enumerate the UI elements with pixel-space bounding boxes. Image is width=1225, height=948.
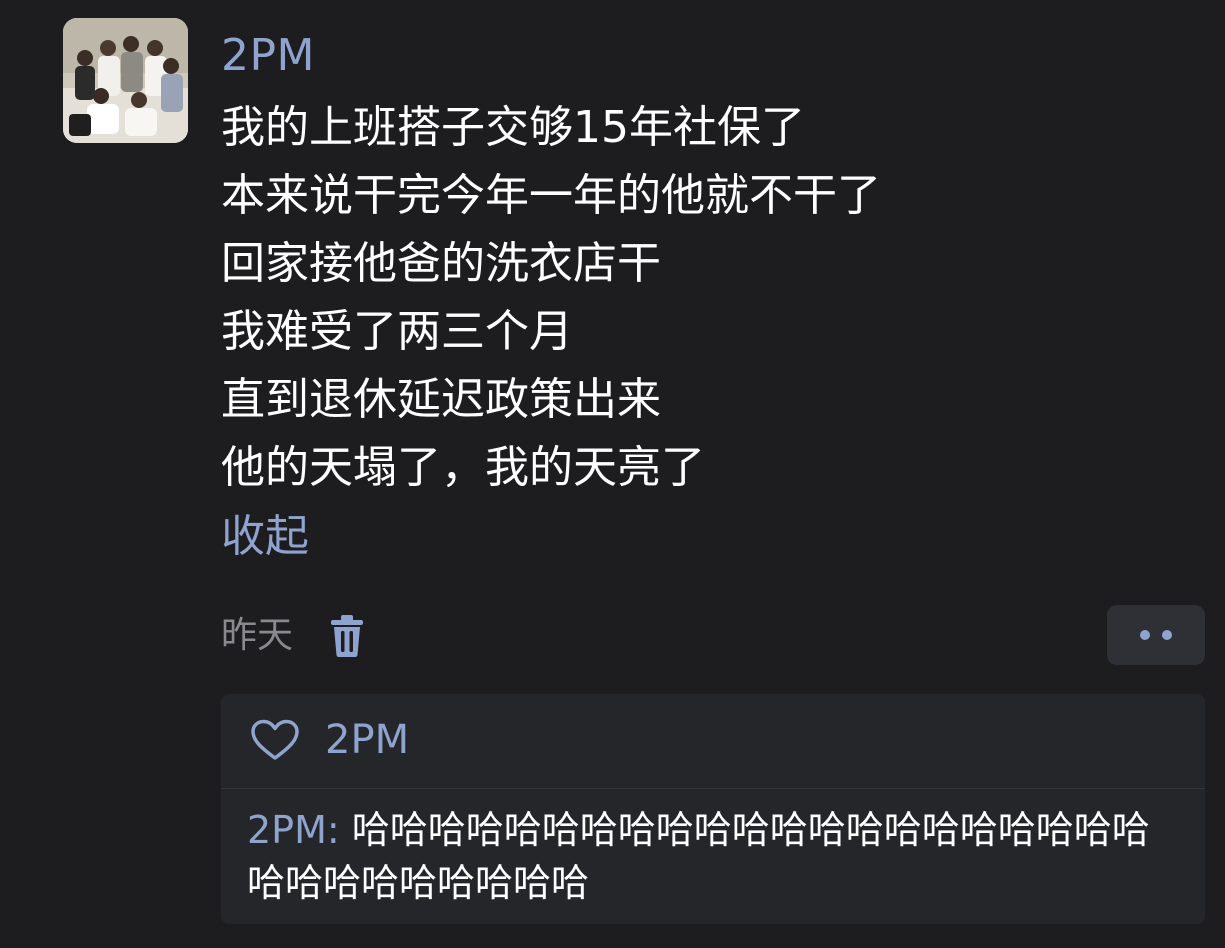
post-text: 我的上班搭子交够15年社保了 本来说干完今年一年的他就不干了 回家接他爸的洗衣店…: [221, 94, 1181, 502]
post-text-line: 我难受了两三个月: [221, 306, 573, 357]
comment-text: 哈哈哈哈哈哈哈哈哈哈哈哈哈哈哈哈哈哈哈哈哈哈哈哈哈哈哈哈哈哈: [247, 808, 1150, 905]
panel-divider: [221, 788, 1205, 789]
heart-icon: [249, 718, 301, 762]
collapse-link[interactable]: 收起: [221, 503, 1181, 571]
comment-author[interactable]: 2PM:: [247, 808, 340, 852]
post-text-line: 我的上班搭子交够15年社保了: [221, 102, 805, 153]
avatar[interactable]: [63, 18, 188, 143]
post-content: 2PM 我的上班搭子交够15年社保了 本来说干完今年一年的他就不干了 回家接他爸…: [221, 24, 1181, 571]
likes-comments-panel: 2PM 2PM: 哈哈哈哈哈哈哈哈哈哈哈哈哈哈哈哈哈哈哈哈哈哈哈哈哈哈哈哈哈哈: [221, 694, 1205, 924]
post-username[interactable]: 2PM: [221, 24, 1181, 88]
post-text-line: 回家接他爸的洗衣店干: [221, 238, 661, 289]
post-text-line: 本来说干完今年一年的他就不干了: [221, 170, 881, 221]
like-user-name[interactable]: 2PM: [325, 712, 409, 768]
comment-item[interactable]: 2PM: 哈哈哈哈哈哈哈哈哈哈哈哈哈哈哈哈哈哈哈哈哈哈哈哈哈哈哈哈哈哈: [247, 804, 1187, 910]
post-timestamp: 昨天: [221, 615, 294, 656]
more-icon: [1140, 630, 1150, 640]
more-button[interactable]: [1107, 605, 1205, 665]
post-text-line: 直到退休延迟政策出来: [221, 374, 661, 425]
likes-row: 2PM: [249, 712, 409, 768]
avatar-image: [63, 18, 188, 143]
more-icon: [1162, 630, 1172, 640]
moments-post-screen: 2PM 我的上班搭子交够15年社保了 本来说干完今年一年的他就不干了 回家接他爸…: [0, 0, 1225, 948]
post-meta-row: 昨天: [221, 602, 367, 670]
trash-icon[interactable]: [327, 612, 367, 660]
post-text-line: 他的天塌了，我的天亮了: [221, 442, 705, 493]
